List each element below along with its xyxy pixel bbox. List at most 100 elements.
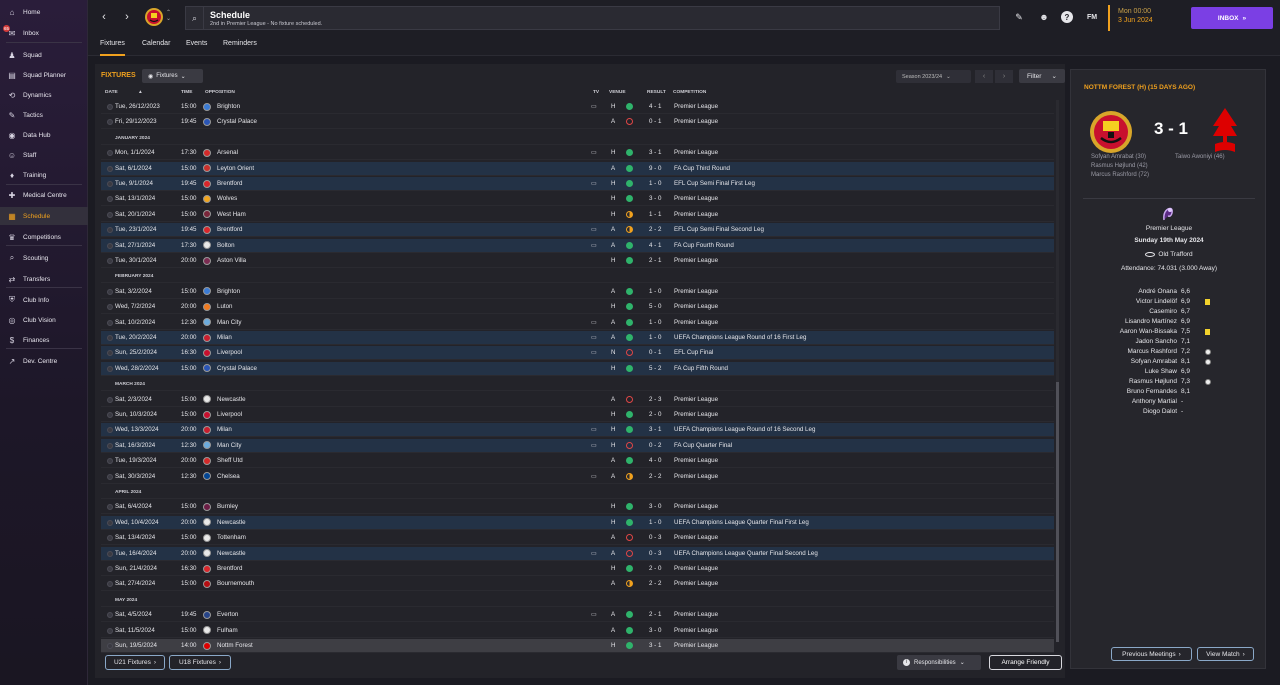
fixture-opposition[interactable]: Tottenham: [217, 534, 246, 541]
sidebar-item-squad-planner[interactable]: ▤ Squad Planner: [0, 66, 88, 84]
lineup-row[interactable]: Bruno Fernandes 8,1: [1071, 388, 1267, 398]
table-row[interactable]: Mon, 1/1/2024 17:30 Arsenal ▭ H 3 - 1 Premier …: [101, 146, 1054, 161]
fixture-competition[interactable]: Premier League: [674, 257, 718, 264]
lineup-row[interactable]: Diogo Dalot -: [1071, 408, 1267, 418]
fixture-score[interactable]: 2 - 3: [649, 396, 661, 403]
fixture-opposition[interactable]: Bournemouth: [217, 580, 254, 587]
fixture-score[interactable]: 4 - 1: [649, 103, 661, 110]
fixture-opposition[interactable]: Leyton Orient: [217, 165, 254, 172]
fixture-competition[interactable]: Premier League: [674, 396, 718, 403]
header-competition[interactable]: COMPETITION: [673, 90, 706, 95]
fixture-opposition[interactable]: Liverpool: [217, 411, 242, 418]
table-row[interactable]: Sat, 27/1/2024 17:30 Bolton ▭ A 4 - 1 FA Cup F…: [101, 238, 1054, 253]
club-switch-icon[interactable]: ⌃ ⌄: [166, 10, 171, 22]
header-date[interactable]: DATE: [105, 90, 118, 95]
sidebar-item-scouting[interactable]: ⌕ Scouting: [0, 249, 88, 267]
forward-arrow-icon[interactable]: ›: [118, 8, 136, 26]
fixture-opposition[interactable]: Sheff Utd: [217, 457, 243, 464]
fixture-competition[interactable]: UEFA Champions League Quarter Final Seco…: [674, 550, 818, 557]
table-row[interactable]: Sat, 16/3/2024 12:30 Man City ▭ H 0 - 2 FA Cup…: [101, 438, 1054, 453]
man-utd-crest-icon[interactable]: [1089, 110, 1133, 154]
fixture-opposition[interactable]: Brentford: [217, 180, 242, 187]
fixture-score[interactable]: 1 - 1: [649, 211, 661, 218]
lineup-row[interactable]: Luke Shaw 6,9: [1071, 368, 1267, 378]
fixture-opposition[interactable]: Burnley: [217, 503, 238, 510]
fixture-competition[interactable]: Premier League: [674, 473, 718, 480]
sidebar-item-training[interactable]: ♦ Training: [0, 166, 88, 184]
table-row[interactable]: Sat, 13/4/2024 15:00 Tottenham A 0 - 3 Premie…: [101, 531, 1054, 546]
sidebar-item-data-hub[interactable]: ◉ Data Hub: [0, 126, 88, 144]
fixture-score[interactable]: 1 - 0: [649, 519, 661, 526]
lineup-row[interactable]: Jadon Sancho 7,1: [1071, 338, 1267, 348]
fixture-competition[interactable]: FA Cup Quarter Final: [674, 442, 732, 449]
fixture-competition[interactable]: UEFA Champions League Quarter Final Firs…: [674, 519, 809, 526]
previous-meetings-button[interactable]: Previous Meetings ›: [1111, 647, 1192, 661]
sidebar-item-schedule[interactable]: ▦ Schedule: [0, 207, 88, 225]
table-row[interactable]: Wed, 7/2/2024 20:00 Luton H 5 - 0 Premier Lea…: [101, 300, 1054, 315]
fixture-competition[interactable]: Premier League: [674, 303, 718, 310]
table-row[interactable]: Sat, 11/5/2024 15:00 Fulham A 3 - 0 Premier L…: [101, 624, 1054, 638]
u21-fixtures-button[interactable]: U21 Fixtures ›: [105, 655, 165, 670]
fixture-score[interactable]: 2 - 2: [649, 226, 661, 233]
fixture-score[interactable]: 3 - 1: [649, 426, 661, 433]
inbox-button[interactable]: INBOX »: [1191, 7, 1273, 29]
fixture-score[interactable]: 2 - 2: [649, 473, 661, 480]
table-row[interactable]: Tue, 20/2/2024 20:00 Milan ▭ A 1 - 0 UEFA Cham…: [101, 331, 1054, 345]
fixture-competition[interactable]: FA Cup Fourth Round: [674, 242, 734, 249]
sidebar-item-club-info[interactable]: ⛨ Club Info: [0, 291, 88, 309]
table-row[interactable]: Sun, 21/4/2024 16:30 Brentford H 2 - 0 Premie…: [101, 562, 1054, 576]
view-dropdown[interactable]: ◉ Fixtures ⌄: [142, 69, 203, 83]
fixture-competition[interactable]: UEFA Champions League Round of 16 Second…: [674, 426, 815, 433]
sidebar-item-inbox[interactable]: ✉ 65 Inbox: [0, 24, 88, 42]
fixture-opposition[interactable]: Brighton: [217, 288, 240, 295]
sidebar-item-competitions[interactable]: ♛ Competitions: [0, 228, 88, 246]
fixture-competition[interactable]: Premier League: [674, 503, 718, 510]
prev-page-icon[interactable]: ‹: [975, 70, 993, 83]
lineup-row[interactable]: Anthony Martial -: [1071, 398, 1267, 408]
fixture-opposition[interactable]: Chelsea: [217, 473, 240, 480]
help-icon[interactable]: ?: [1061, 11, 1073, 23]
nottm-forest-crest-icon[interactable]: [1211, 106, 1239, 156]
fixture-score[interactable]: 3 - 0: [649, 503, 661, 510]
fixture-competition[interactable]: Premier League: [674, 534, 718, 541]
fixture-score[interactable]: 0 - 3: [649, 534, 661, 541]
fixture-competition[interactable]: Premier League: [674, 211, 718, 218]
fixture-score[interactable]: 9 - 0: [649, 165, 661, 172]
fixture-opposition[interactable]: Newcastle: [217, 396, 246, 403]
sidebar-item-dynamics[interactable]: ⟲ Dynamics: [0, 86, 88, 104]
fixture-score[interactable]: 1 - 0: [649, 319, 661, 326]
tab-events[interactable]: Events: [186, 40, 207, 56]
table-row[interactable]: Wed, 28/2/2024 15:00 Crystal Palace H 5 - 2 F…: [101, 361, 1054, 376]
sidebar-item-home[interactable]: ⌂ Home: [0, 3, 88, 21]
fixture-opposition[interactable]: Wolves: [217, 195, 237, 202]
fixture-competition[interactable]: Premier League: [674, 642, 718, 649]
lineup-row[interactable]: Casemiro 6,7: [1071, 308, 1267, 318]
fixture-score[interactable]: 2 - 0: [649, 411, 661, 418]
fixture-competition[interactable]: Premier League: [674, 457, 718, 464]
table-row[interactable]: Tue, 9/1/2024 19:45 Brentford ▭ H 1 - 0 EFL Cu…: [101, 177, 1054, 191]
fixture-opposition[interactable]: Newcastle: [217, 519, 246, 526]
fixture-opposition[interactable]: Milan: [217, 334, 232, 341]
fixture-score[interactable]: 2 - 1: [649, 257, 661, 264]
fixture-competition[interactable]: EFL Cup Semi Final First Leg: [674, 180, 755, 187]
header-tv[interactable]: TV: [593, 90, 599, 95]
fixture-opposition[interactable]: Man City: [217, 442, 241, 449]
fixture-competition[interactable]: UEFA Champions League Round of 16 First …: [674, 334, 806, 341]
fixture-opposition[interactable]: Crystal Palace: [217, 365, 257, 372]
fixture-competition[interactable]: FA Cup Third Round: [674, 165, 730, 172]
fixture-score[interactable]: 1 - 0: [649, 334, 661, 341]
fixture-competition[interactable]: Premier League: [674, 565, 718, 572]
fixture-competition[interactable]: Premier League: [674, 149, 718, 156]
fixture-opposition[interactable]: Luton: [217, 303, 232, 310]
fixture-competition[interactable]: Premier League: [674, 288, 718, 295]
fixture-score[interactable]: 4 - 1: [649, 242, 661, 249]
fixture-score[interactable]: 0 - 1: [649, 118, 661, 125]
table-row[interactable]: Wed, 13/3/2024 20:00 Milan ▭ H 3 - 1 UEFA Cham…: [101, 423, 1054, 438]
match-heading[interactable]: NOTTM FOREST (H) (15 DAYS AGO): [1084, 84, 1195, 91]
fm-logo[interactable]: FM: [1084, 11, 1100, 23]
table-row[interactable]: Sat, 6/1/2024 15:00 Leyton Orient A 9 - 0 FA …: [101, 161, 1054, 176]
fixture-opposition[interactable]: Everton: [217, 611, 238, 618]
header-venue[interactable]: VENUE: [609, 90, 626, 95]
search-icon[interactable]: ⌕: [186, 6, 204, 30]
lineup-row[interactable]: André Onana 6,6: [1071, 288, 1267, 298]
